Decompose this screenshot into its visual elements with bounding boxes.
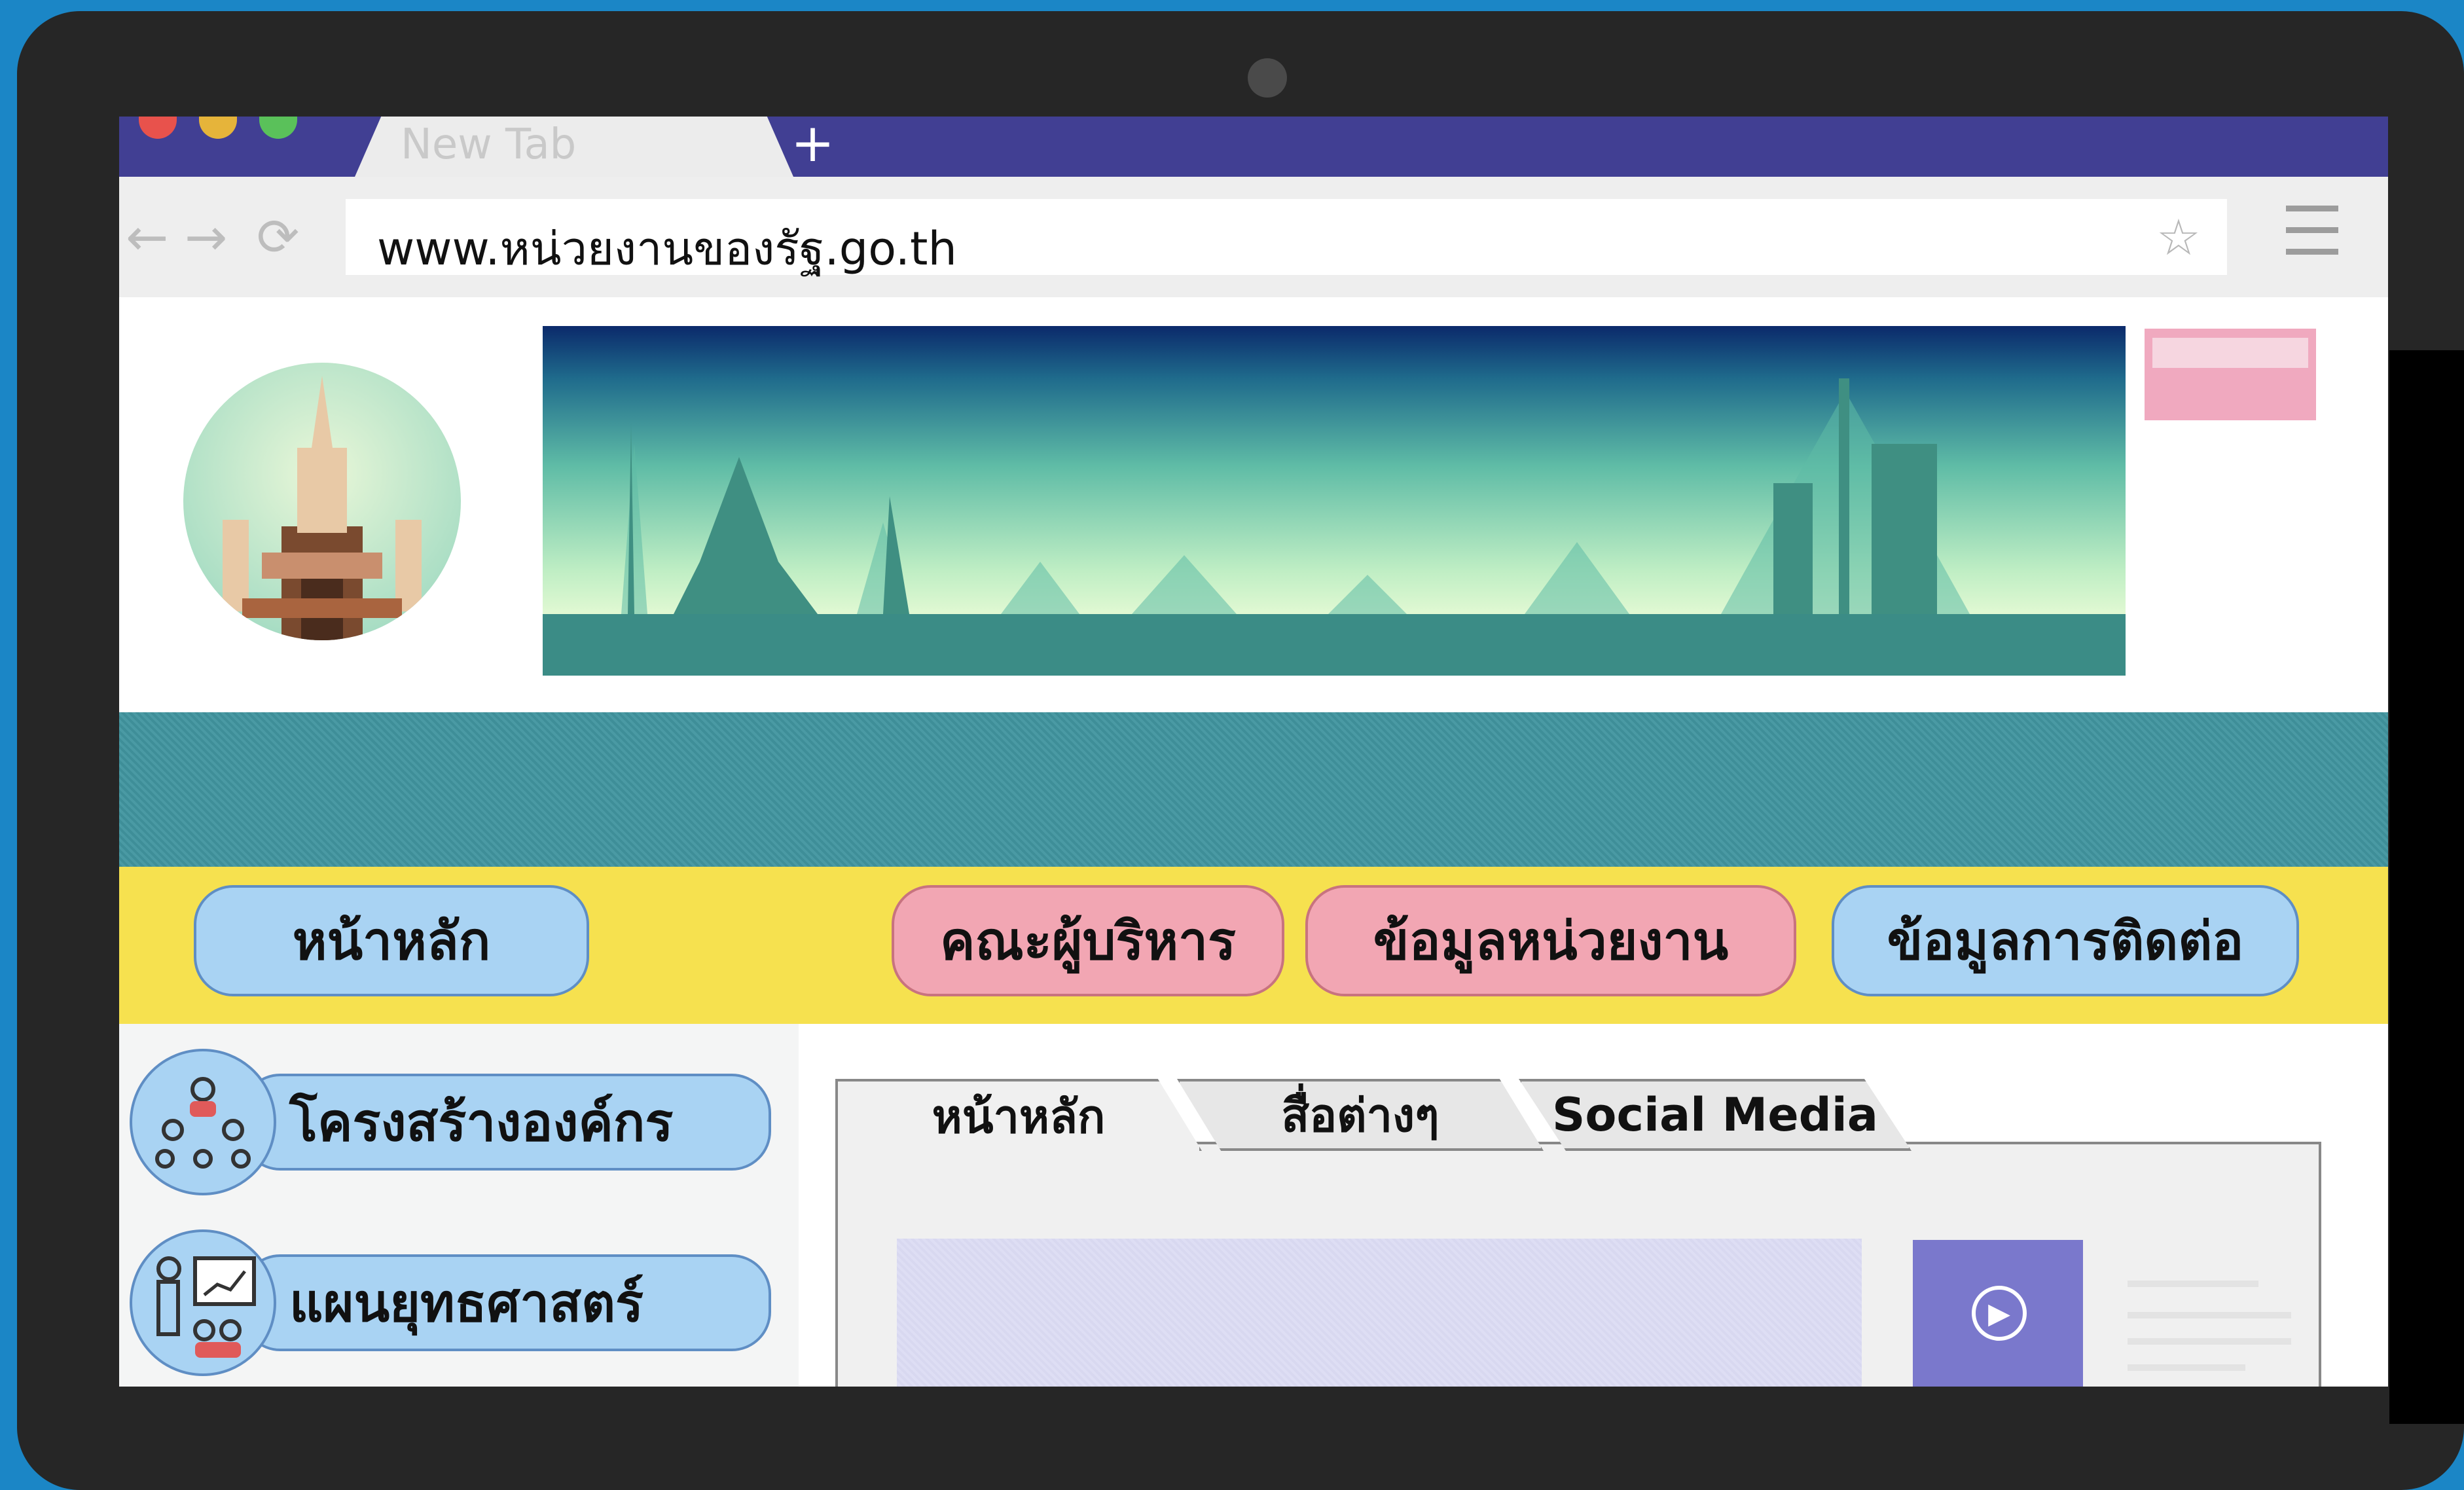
bookmark-star-icon[interactable]: ☆ bbox=[2156, 208, 2201, 266]
tab-social-media[interactable]: Social Media bbox=[1519, 1079, 1911, 1151]
content-placeholder bbox=[897, 1239, 1862, 1387]
tab-media[interactable]: สื่อต่างๆ bbox=[1177, 1079, 1544, 1151]
sidebar-item-org-structure[interactable]: โครงสร้างองค์กร bbox=[130, 1049, 775, 1195]
nav-contact-button[interactable]: ข้อมูลการติดต่อ bbox=[1832, 885, 2299, 996]
browser-toolbar: ← → ⟳ www.หน่วยงานของรัฐ.go.th ☆ bbox=[119, 177, 2388, 297]
camera-icon bbox=[1248, 58, 1287, 98]
forward-arrow-icon[interactable]: → bbox=[185, 208, 227, 267]
sidebar-item-label: แผนยุทธศาสตร์ bbox=[241, 1254, 771, 1351]
hamburger-menu-icon[interactable] bbox=[2286, 206, 2338, 270]
tablet-side-strip bbox=[2389, 350, 2464, 1424]
window-controls bbox=[139, 117, 297, 139]
close-window-button[interactable] bbox=[139, 117, 177, 139]
presentation-icon bbox=[130, 1229, 276, 1376]
new-tab-button[interactable]: + bbox=[791, 117, 835, 173]
sidebar-item-label: โครงสร้างองค์กร bbox=[241, 1074, 771, 1171]
header-banner bbox=[543, 326, 2126, 676]
reload-icon[interactable]: ⟳ bbox=[257, 208, 299, 267]
url-text[interactable]: www.หน่วยงานของรัฐ.go.th bbox=[377, 212, 957, 285]
placeholder-line bbox=[2128, 1338, 2291, 1345]
video-thumbnail[interactable]: ▶ bbox=[1913, 1240, 2083, 1387]
org-chart-icon bbox=[130, 1049, 276, 1195]
nav-agency-info-button[interactable]: ข้อมูลหน่วยงาน bbox=[1305, 885, 1796, 996]
placeholder-line bbox=[2128, 1281, 2258, 1287]
tab-home[interactable]: หน้าหลัก bbox=[835, 1079, 1202, 1151]
browser-screen: New Tab + ← → ⟳ www.หน่วยงานของรัฐ.go.th… bbox=[119, 117, 2388, 1387]
address-bar[interactable]: www.หน่วยงานของรัฐ.go.th ☆ bbox=[346, 199, 2227, 276]
minimize-window-button[interactable] bbox=[199, 117, 237, 139]
main-nav: หน้าหลัก คณะผู้บริหาร ข้อมูลหน่วยงาน ข้อ… bbox=[119, 867, 2388, 1024]
tab-bar: New Tab + bbox=[119, 117, 2388, 177]
sidebar: โครงสร้างองค์กร แผนยุทธศาสตร์ bbox=[119, 1024, 799, 1387]
browser-tab-title[interactable]: New Tab bbox=[401, 120, 576, 169]
play-icon[interactable]: ▶ bbox=[1972, 1286, 2027, 1341]
language-switch-inner bbox=[2152, 338, 2308, 368]
nav-home-button[interactable]: หน้าหลัก bbox=[194, 885, 589, 996]
placeholder-line bbox=[2128, 1364, 2245, 1371]
teal-band bbox=[119, 712, 2388, 867]
temple-logo bbox=[183, 363, 461, 640]
language-switch-box[interactable] bbox=[2145, 329, 2316, 420]
placeholder-line bbox=[2128, 1312, 2291, 1318]
content-area: Social Media สื่อต่างๆ หน้าหลัก ▶ bbox=[799, 1024, 2388, 1387]
back-arrow-icon[interactable]: ← bbox=[126, 208, 168, 267]
sidebar-item-strategic-plan[interactable]: แผนยุทธศาสตร์ bbox=[130, 1229, 775, 1376]
nav-executives-button[interactable]: คณะผู้บริหาร bbox=[892, 885, 1284, 996]
maximize-window-button[interactable] bbox=[259, 117, 297, 139]
